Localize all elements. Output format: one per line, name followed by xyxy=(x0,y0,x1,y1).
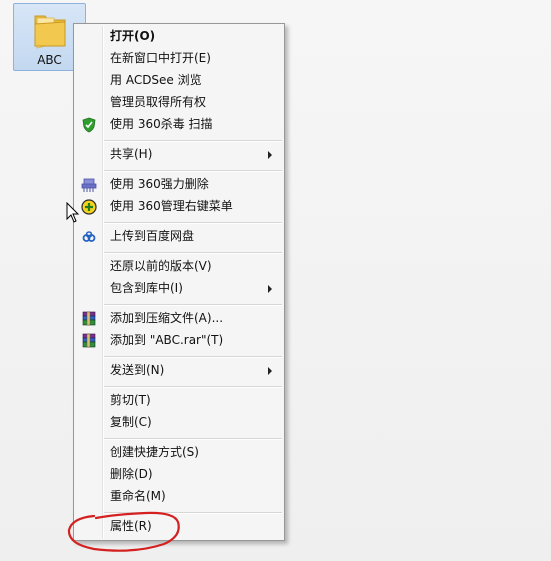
context-menu: 打开(O) 在新窗口中打开(E) 用 ACDSee 浏览 管理员取得所有权 使用… xyxy=(73,23,285,541)
menu-item-label: 上传到百度网盘 xyxy=(110,229,195,243)
shredder-360-icon xyxy=(81,178,97,192)
menu-item-baidu-upload[interactable]: 上传到百度网盘 xyxy=(76,226,282,247)
menu-separator xyxy=(104,140,282,142)
menu-item-add-archive[interactable]: 添加到压缩文件(A)... xyxy=(76,308,282,329)
desktop: ABC 打开(O) 在新窗口中打开(E) 用 ACDSee 浏览 管理员取得所有… xyxy=(0,0,551,561)
menu-item-label: 复制(C) xyxy=(110,415,152,429)
menu-separator xyxy=(104,304,282,306)
menu-item-label: 发送到(N) xyxy=(110,363,165,377)
menu-item-label: 删除(D) xyxy=(110,467,153,481)
menu-separator xyxy=(104,438,282,440)
menu-item-label: 包含到库中(I) xyxy=(110,281,183,295)
menu-item-label: 重命名(M) xyxy=(110,489,166,503)
menu-item-360-manage-menu[interactable]: 使用 360管理右键菜单 xyxy=(76,196,282,217)
winrar-icon xyxy=(82,333,96,348)
annotation-circle xyxy=(67,511,180,552)
menu-item-label: 在新窗口中打开(E) xyxy=(110,51,211,65)
folder-icon xyxy=(34,15,66,49)
menu-item-label: 添加到 "ABC.rar"(T) xyxy=(110,333,224,347)
menu-item-label: 共享(H) xyxy=(110,147,153,161)
menu-item-label: 使用 360杀毒 扫描 xyxy=(110,117,213,131)
submenu-arrow-icon xyxy=(268,285,272,293)
menu-item-create-shortcut[interactable]: 创建快捷方式(S) xyxy=(76,442,282,463)
menu-item-label: 还原以前的版本(V) xyxy=(110,259,212,273)
menu-separator xyxy=(104,386,282,388)
menu-item-label: 打开(O) xyxy=(110,29,156,43)
menu-item-label: 剪切(T) xyxy=(110,393,151,407)
menu-item-share[interactable]: 共享(H) xyxy=(76,144,282,165)
menu-item-360-scan[interactable]: 使用 360杀毒 扫描 xyxy=(76,114,282,135)
menu-item-cut[interactable]: 剪切(T) xyxy=(76,390,282,411)
shield-360-icon xyxy=(82,117,96,133)
menu-item-label: 创建快捷方式(S) xyxy=(110,445,199,459)
menu-item-acdsee[interactable]: 用 ACDSee 浏览 xyxy=(76,70,282,91)
menu-item-include-library[interactable]: 包含到库中(I) xyxy=(76,278,282,299)
menu-item-label: 用 ACDSee 浏览 xyxy=(110,73,202,87)
baidu-cloud-icon xyxy=(82,231,96,242)
menu-item-label: 使用 360强力删除 xyxy=(110,177,209,191)
menu-item-restore-versions[interactable]: 还原以前的版本(V) xyxy=(76,256,282,277)
menu-item-360-force-delete[interactable]: 使用 360强力删除 xyxy=(76,174,282,195)
menu-item-label: 管理员取得所有权 xyxy=(110,95,207,109)
menu-item-open[interactable]: 打开(O) xyxy=(76,26,282,47)
menu-separator xyxy=(104,356,282,358)
menu-item-send-to[interactable]: 发送到(N) xyxy=(76,360,282,381)
winrar-icon xyxy=(82,311,96,326)
menu-item-take-ownership[interactable]: 管理员取得所有权 xyxy=(76,92,282,113)
menu-separator xyxy=(104,222,282,224)
menu-item-rename[interactable]: 重命名(M) xyxy=(76,486,282,507)
mouse-cursor-icon xyxy=(66,202,80,223)
plus-360-icon xyxy=(81,199,97,215)
submenu-arrow-icon xyxy=(268,151,272,159)
menu-item-add-abc-rar[interactable]: 添加到 "ABC.rar"(T) xyxy=(76,330,282,351)
menu-item-copy[interactable]: 复制(C) xyxy=(76,412,282,433)
menu-item-label: 使用 360管理右键菜单 xyxy=(110,199,233,213)
menu-separator xyxy=(104,170,282,172)
menu-item-open-new-window[interactable]: 在新窗口中打开(E) xyxy=(76,48,282,69)
menu-item-delete[interactable]: 删除(D) xyxy=(76,464,282,485)
submenu-arrow-icon xyxy=(268,367,272,375)
menu-item-label: 添加到压缩文件(A)... xyxy=(110,311,224,325)
menu-separator xyxy=(104,252,282,254)
